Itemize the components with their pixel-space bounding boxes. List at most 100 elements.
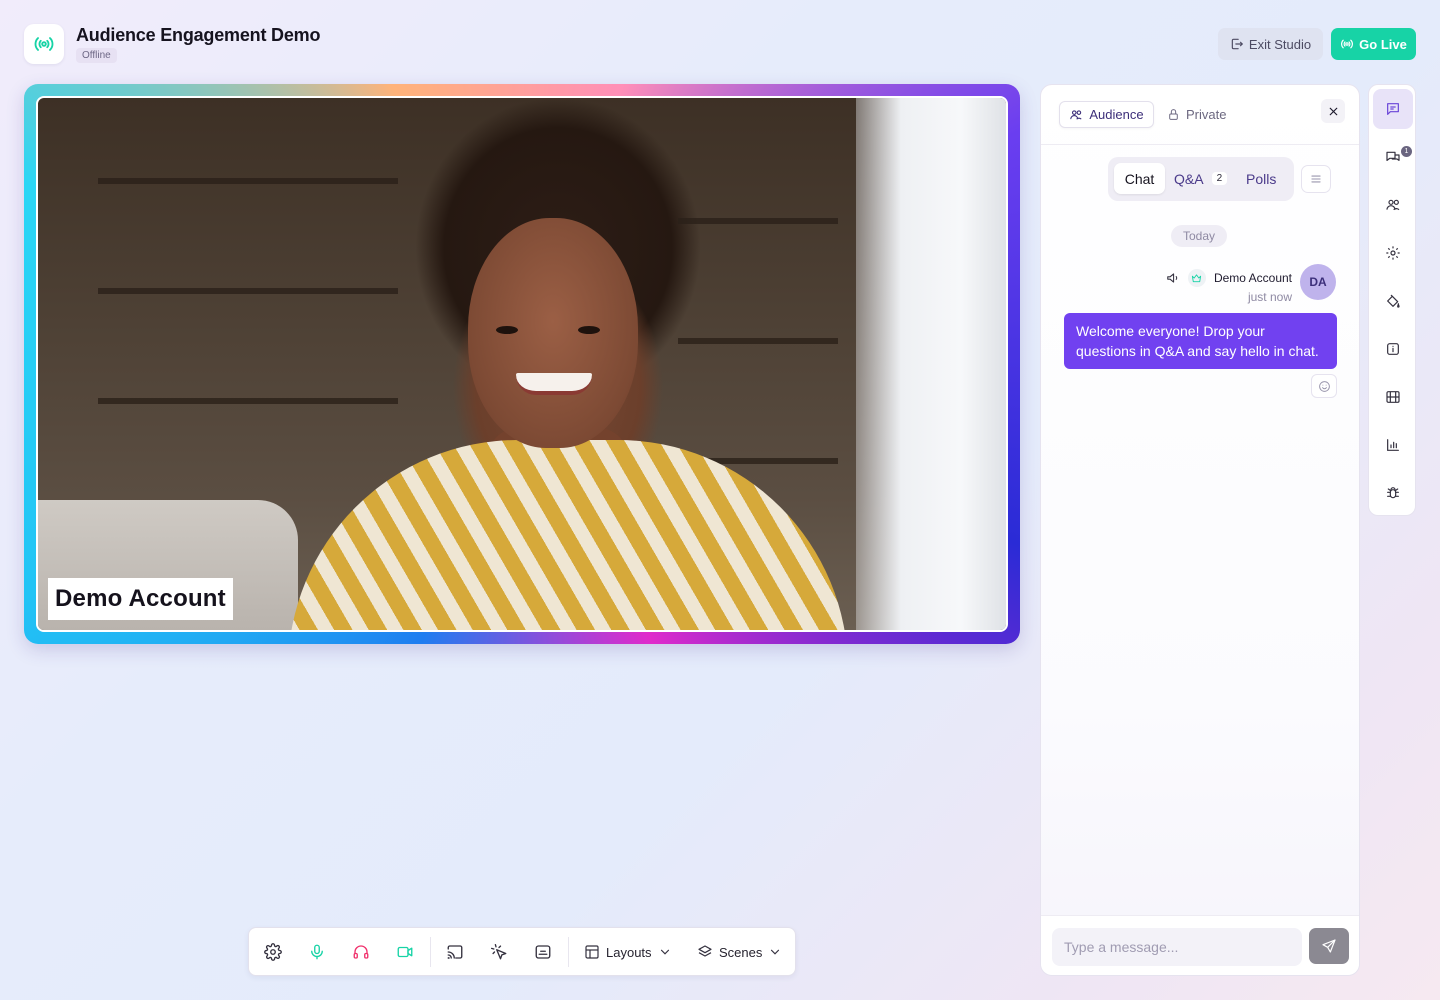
bookshelf [678,338,838,344]
person-eye [496,326,518,334]
person-eye [578,326,600,334]
close-icon [1329,107,1337,115]
segment-polls[interactable]: Polls [1246,163,1276,194]
camera-button[interactable] [389,936,421,968]
paint-bucket-icon [1387,294,1400,308]
settings-button[interactable] [257,936,289,968]
day-separator: Today [1171,225,1228,247]
chat-panel: Audience Private Chat Q&A 2 Polls Today … [1040,84,1360,976]
layers-icon [698,945,712,957]
segment-qa[interactable]: Q&A 2 [1174,163,1228,194]
rail-chat-button[interactable] [1373,89,1413,129]
layouts-dropdown[interactable]: Layouts [584,936,672,968]
app-logo [24,24,64,64]
bug-icon [1387,487,1399,499]
host-badge [1187,269,1206,287]
stage-video[interactable] [36,96,1008,632]
message-composer [1041,915,1359,975]
microphone-icon [311,944,323,960]
lock-icon [1169,109,1178,120]
exit-icon [1231,38,1243,50]
megaphone-icon[interactable] [1166,271,1180,285]
person-face [468,218,638,448]
film-icon [1386,391,1400,403]
broadcast-icon [34,37,54,51]
window-curtain [856,98,1006,630]
tab-audience-label: Audience [1089,107,1144,122]
toolbar-divider [568,937,569,967]
message-bubble: Welcome everyone! Drop your questions in… [1064,313,1337,369]
rail-info-button[interactable] [1373,329,1413,369]
message-meta: Demo Account [1166,269,1292,287]
users-icon [1070,109,1082,120]
chevron-down-icon [771,949,780,955]
headphones-icon [353,945,369,959]
message-author: Demo Account [1213,271,1292,285]
layouts-label: Layouts [606,944,652,960]
status-badge: Offline [76,48,117,63]
send-icon [1322,939,1336,953]
headphones-button[interactable] [345,936,377,968]
crown-icon [1192,273,1202,282]
captions-button[interactable] [527,936,559,968]
segment-qa-label: Q&A [1174,170,1204,187]
bar-chart-icon [1387,439,1399,451]
bookshelf [98,398,398,404]
notification-badge: 1 [1401,146,1412,157]
panel-header: Audience Private [1041,85,1359,145]
microphone-button[interactable] [301,936,333,968]
pointer-click-icon [490,943,507,960]
interactive-button[interactable] [483,936,515,968]
gear-icon [264,943,282,961]
message-time: just now [1247,290,1292,304]
go-live-label: Go Live [1359,36,1407,52]
exit-studio-label: Exit Studio [1248,36,1312,52]
segment-chat[interactable]: Chat [1114,163,1165,194]
react-button[interactable] [1311,374,1337,398]
studio-toolbar: Layouts Scenes [248,927,796,976]
screen-share-button[interactable] [439,936,471,968]
bookshelf [678,218,838,224]
side-rail: 1 [1368,84,1416,516]
qa-count-badge: 2 [1211,172,1228,185]
rail-participants-button[interactable] [1373,185,1413,225]
toolbar-divider [430,937,431,967]
bookshelf [98,288,398,294]
close-panel-button[interactable] [1321,99,1345,123]
person-smile [516,373,592,395]
message-input[interactable] [1052,928,1302,966]
avatar[interactable]: DA [1300,264,1336,300]
layout-icon [585,945,599,959]
settings-icon [1386,246,1400,260]
bookshelf [98,178,398,184]
tab-private-label: Private [1186,107,1227,122]
scenes-dropdown[interactable]: Scenes [697,936,782,968]
rail-analytics-button[interactable] [1373,425,1413,465]
exit-studio-button[interactable]: Exit Studio [1218,28,1323,60]
menu-icon [1311,175,1321,183]
rail-comments-button[interactable]: 1 [1373,137,1413,177]
rail-debug-button[interactable] [1373,473,1413,513]
smiley-icon [1318,380,1330,392]
comments-icon [1386,151,1400,161]
rail-settings-button[interactable] [1373,233,1413,273]
chevron-down-icon [660,949,669,955]
tab-private[interactable]: Private [1167,101,1226,128]
captions-icon [535,945,551,959]
users-icon [1386,199,1400,211]
go-live-button[interactable]: Go Live [1331,28,1416,60]
tab-audience[interactable]: Audience [1059,101,1154,128]
broadcast-icon [1341,39,1354,49]
rail-branding-button[interactable] [1373,281,1413,321]
rail-media-button[interactable] [1373,377,1413,417]
scenes-label: Scenes [719,944,763,960]
person-sweater [288,440,848,630]
video-camera-icon [397,946,413,958]
chat-icon [1387,103,1399,115]
cast-icon [447,945,463,960]
participant-name-tag: Demo Account [48,578,233,620]
page-title: Audience Engagement Demo [76,25,321,45]
chat-menu-button[interactable] [1301,165,1331,193]
send-button[interactable] [1309,928,1349,964]
info-icon [1387,343,1399,355]
